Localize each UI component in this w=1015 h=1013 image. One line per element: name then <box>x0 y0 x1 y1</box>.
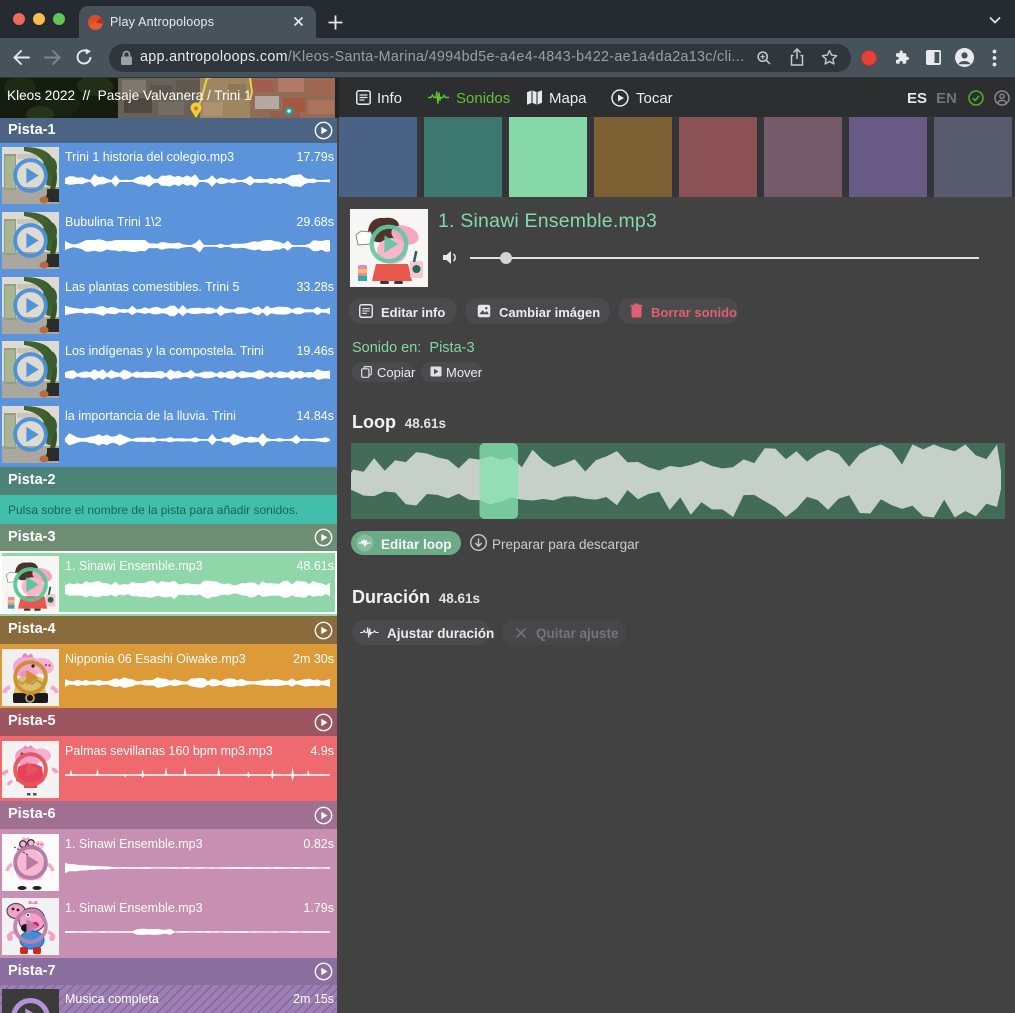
svg-text:Kleos 2022 // Pasaje Valvane: Kleos 2022 // Pasaje Valvanera / Trini 1 <box>7 88 252 103</box>
